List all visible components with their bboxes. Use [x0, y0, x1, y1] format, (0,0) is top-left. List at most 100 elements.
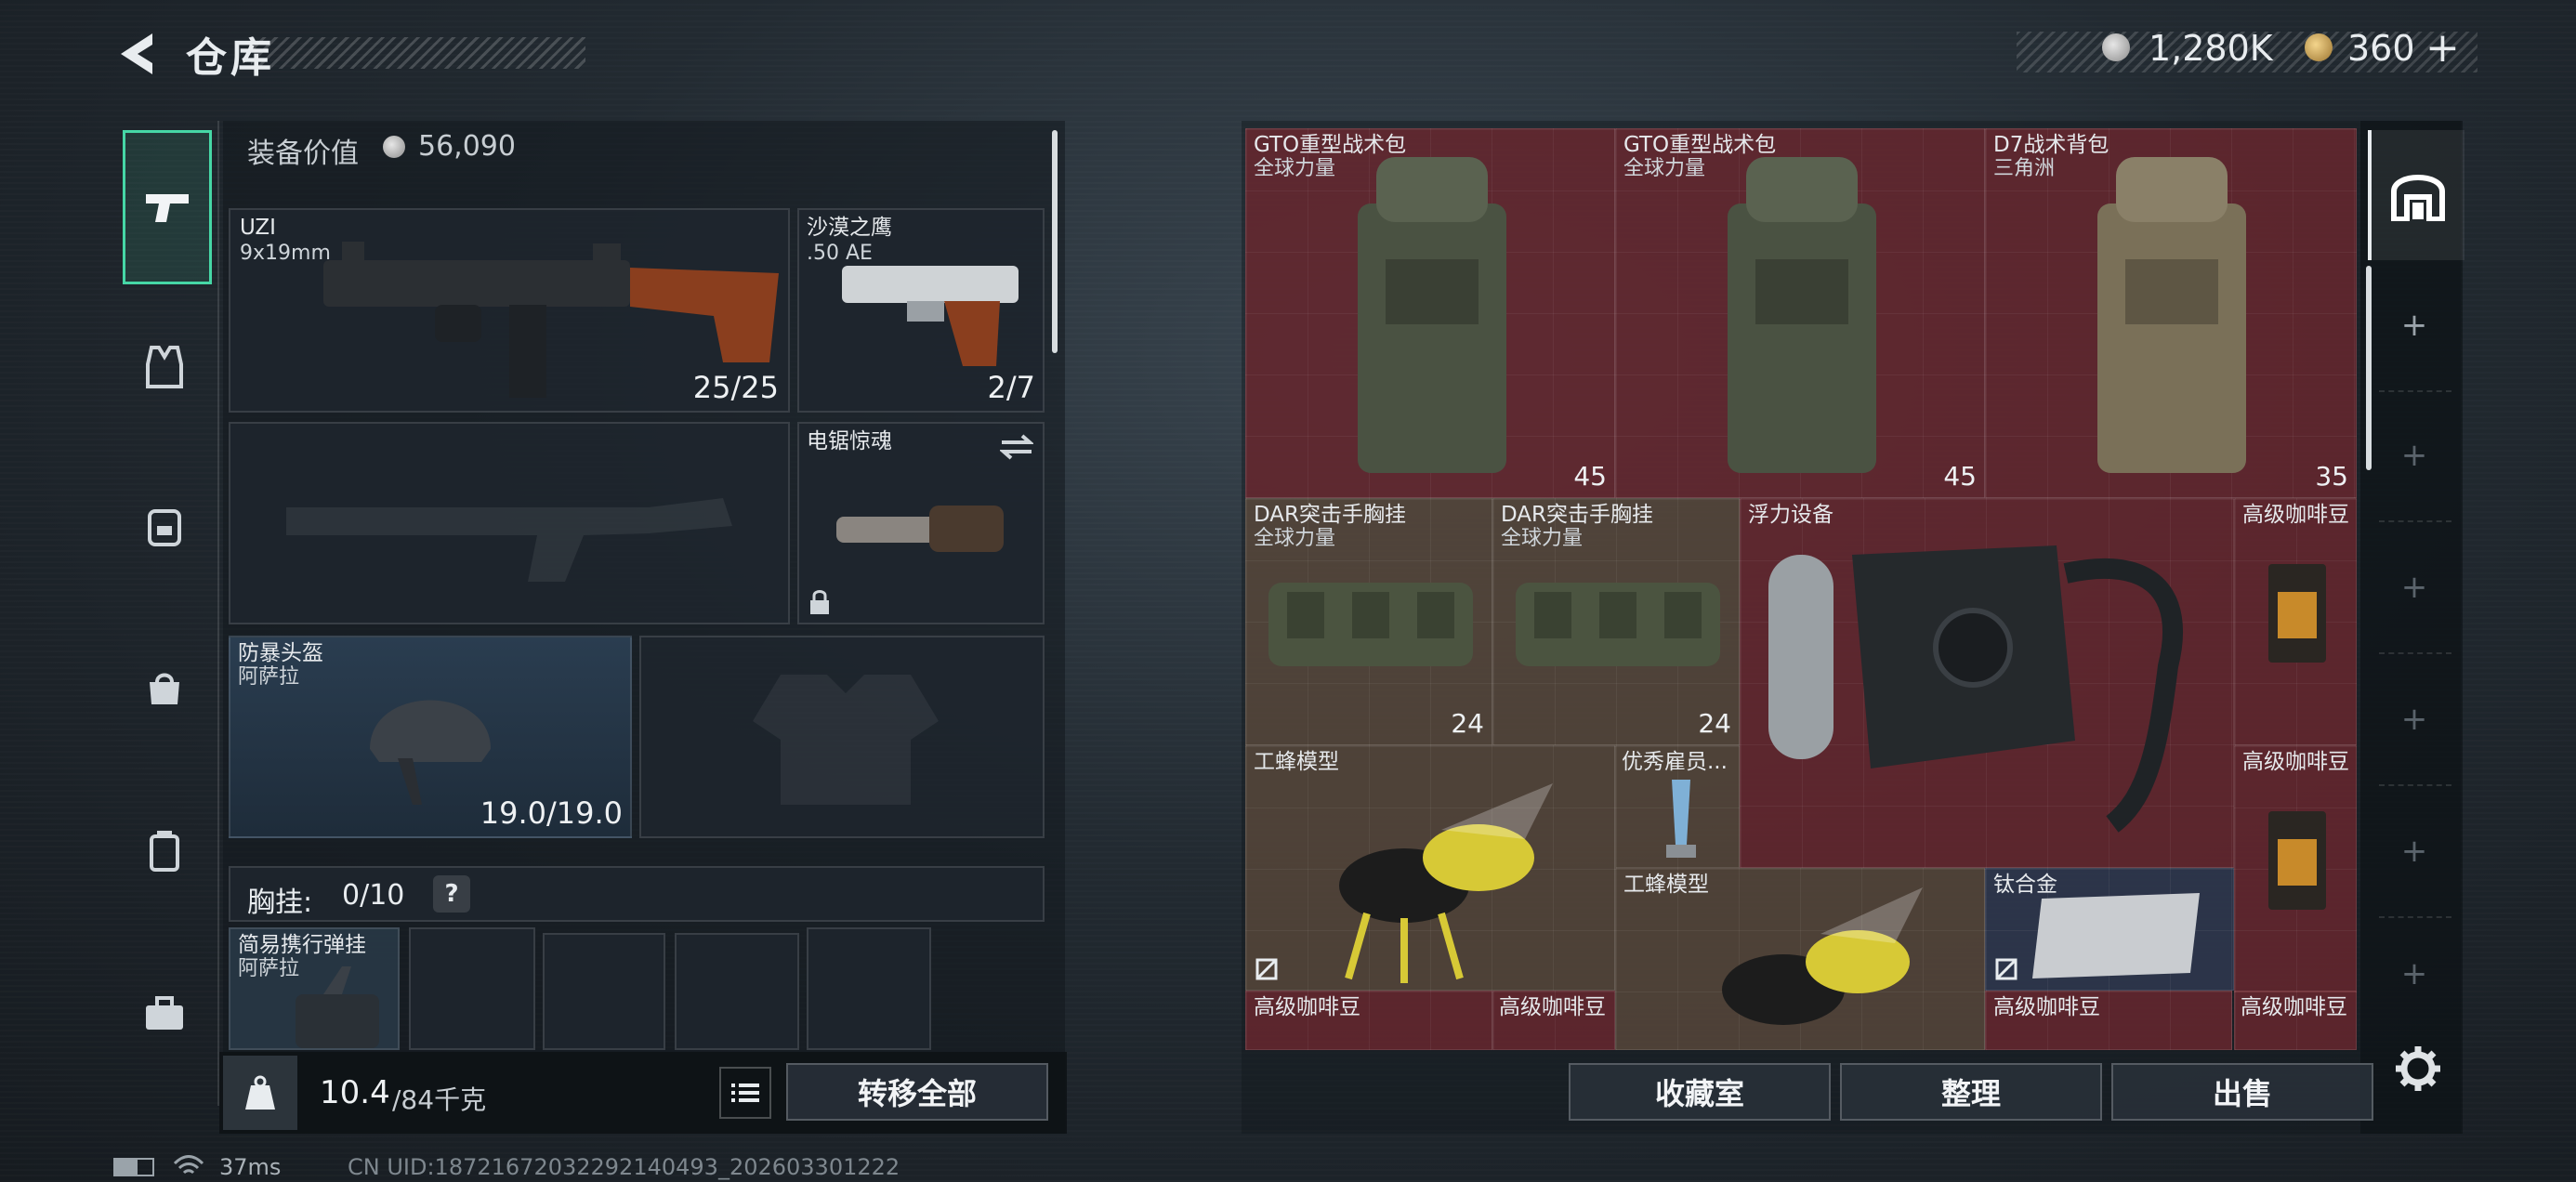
rig-cell[interactable] — [543, 933, 665, 1050]
stash-item-coffee-beans[interactable]: 高级咖啡豆 — [2234, 498, 2357, 745]
rifle-silhouette-icon — [286, 498, 732, 582]
sidebar-item-vest[interactable] — [123, 325, 206, 409]
stash-item-capacity: 24 — [1698, 708, 1731, 739]
lock-icon — [810, 590, 829, 614]
stash-item-name: 高级咖啡豆 — [2241, 995, 2347, 1019]
gear-icon — [2396, 1046, 2440, 1091]
primary-weapon-ammo: 25/25 — [692, 370, 779, 405]
helmet-name: 防暴头盔 — [238, 641, 323, 665]
stash-item-buoyancy-device[interactable]: 浮力设备 — [1740, 498, 2234, 868]
collection-room-button[interactable]: 收藏室 — [1569, 1063, 1831, 1121]
stash-page-home[interactable] — [2368, 130, 2464, 260]
sidebar-item-bag[interactable] — [123, 646, 206, 729]
page-title: 仓库 — [186, 34, 275, 82]
sidearm-slot[interactable]: 沙漠之鹰 .50 AE 2/7 — [797, 208, 1045, 413]
sidearm-caliber: .50 AE — [807, 242, 873, 265]
pouch-slot[interactable]: 简易携行弹挂 阿萨拉 — [229, 927, 400, 1050]
stash-item-name: GTO重型战术包 — [1623, 133, 1777, 157]
pouch-name: 简易携行弹挂 — [238, 933, 366, 957]
stash-item-coffee-beans[interactable]: 高级咖啡豆 — [2234, 745, 2357, 992]
stash-item-name: 浮力设备 — [1748, 503, 1833, 527]
stash-item-dar-chest-rig[interactable]: DAR突击手胸挂 全球力量 24 — [1245, 498, 1492, 745]
sidebar-item-weapons[interactable] — [123, 130, 212, 284]
transfer-all-button[interactable]: 转移全部 — [786, 1063, 1048, 1121]
stash-item-name: 优秀雇员... — [1622, 750, 1728, 774]
stash-item-name: 高级咖啡豆 — [1254, 995, 1360, 1019]
bag-icon — [150, 673, 179, 704]
chest-rig-help-button[interactable]: ? — [433, 875, 470, 913]
stash-item-bee-model[interactable]: 工蜂模型 — [1245, 745, 1615, 991]
stash-item-origin: 全球力量 — [1254, 157, 1336, 180]
secondary-weapon-slot[interactable] — [229, 422, 790, 624]
stash-item-name: 高级咖啡豆 — [2242, 750, 2349, 774]
toolbox-icon — [146, 996, 183, 1030]
coffee-bag-image — [2268, 811, 2326, 910]
award-trophy-image — [1666, 780, 1696, 858]
stash-item-coffee-beans[interactable]: 高级咖啡豆 — [1985, 991, 2232, 1050]
equipment-value: 56,090 — [418, 130, 516, 163]
stash-item-coffee-beans[interactable]: 高级咖啡豆 — [1492, 991, 1615, 1050]
stash-page-add-2[interactable]: + — [2368, 390, 2461, 520]
rig-cell[interactable] — [807, 927, 931, 1050]
chest-rig-image — [1516, 583, 1720, 666]
stash-item-bee-model[interactable]: 工蜂模型 — [1615, 868, 1985, 1050]
sell-button[interactable]: 出售 — [2111, 1063, 2373, 1121]
rig-cell[interactable] — [675, 933, 799, 1050]
plus-icon: + — [2400, 307, 2428, 344]
stash-item-origin: 全球力量 — [1623, 157, 1706, 180]
stash-page-add-6[interactable]: + — [2368, 918, 2461, 1030]
helmet-image — [370, 700, 491, 805]
stash-item-employee-award[interactable]: 优秀雇员... — [1615, 745, 1740, 868]
stash-item-name: D7战术背包 — [1993, 133, 2109, 157]
backpack-image — [1358, 157, 1506, 473]
stash-item-d7-backpack[interactable]: D7战术背包 三角洲 35 — [1985, 128, 2357, 498]
stash-item-coffee-beans[interactable]: 高级咖啡豆 — [2234, 991, 2357, 1050]
chest-rig-count: 0/10 — [342, 879, 405, 912]
swap-icon[interactable] — [1000, 433, 1033, 461]
sidebar-item-toolbox[interactable] — [123, 971, 206, 1055]
plus-icon: + — [2400, 955, 2428, 992]
vest-icon — [146, 346, 183, 388]
add-currency-button[interactable]: + — [2425, 24, 2460, 72]
stash-page-add-4[interactable]: + — [2368, 654, 2461, 784]
silver-amount: 1,280K — [2149, 28, 2273, 69]
stash-item-name: DAR突击手胸挂 — [1501, 503, 1654, 527]
stash-item-origin: 全球力量 — [1501, 527, 1584, 550]
sidearm-name: 沙漠之鹰 — [807, 216, 892, 240]
helmet-durability: 19.0/19.0 — [480, 795, 623, 831]
not-tradeable-icon — [1995, 958, 2017, 980]
chest-rig-label: 胸挂: — [247, 886, 313, 919]
stash-page-add-5[interactable]: + — [2368, 786, 2461, 916]
pistol-icon — [146, 194, 189, 222]
rig-cell[interactable] — [409, 927, 535, 1050]
settings-button[interactable] — [2394, 1044, 2442, 1093]
chest-rig-image — [1268, 583, 1473, 666]
weight-capacity: /84千克 — [392, 1084, 487, 1115]
stash-item-origin: 全球力量 — [1254, 527, 1336, 550]
primary-weapon-slot[interactable]: UZI 9x19mm 25/25 — [229, 208, 790, 413]
back-button[interactable] — [112, 28, 164, 80]
case-icon — [150, 831, 179, 872]
stash-item-gto-backpack[interactable]: GTO重型战术包 全球力量 45 — [1245, 128, 1615, 498]
stash-item-coffee-beans[interactable]: 高级咖啡豆 — [1245, 991, 1492, 1050]
stash-item-capacity: 45 — [1573, 461, 1607, 492]
titanium-alloy-image — [2032, 893, 2200, 978]
melee-slot[interactable]: 电锯惊魂 — [797, 422, 1045, 624]
stash-item-dar-chest-rig[interactable]: DAR突击手胸挂 全球力量 24 — [1492, 498, 1740, 745]
helmet-origin: 阿萨拉 — [238, 665, 300, 689]
stash-item-gto-backpack[interactable]: GTO重型战术包 全球力量 45 — [1615, 128, 1985, 498]
stash-item-capacity: 45 — [1943, 461, 1977, 492]
list-view-button[interactable] — [719, 1067, 771, 1119]
stash-page-add-1[interactable]: + — [2368, 260, 2461, 390]
equipment-scrollbar[interactable] — [1052, 130, 1058, 353]
stash-item-name: 钛合金 — [1993, 873, 2057, 897]
stash-page-add-3[interactable]: + — [2368, 522, 2461, 652]
stash-item-origin: 三角洲 — [1993, 157, 2056, 180]
stash-item-name: 高级咖啡豆 — [1499, 995, 1606, 1019]
armor-slot[interactable] — [639, 636, 1045, 838]
sidebar-item-backpack[interactable] — [123, 483, 206, 567]
sidebar-item-case[interactable] — [123, 808, 206, 892]
helmet-slot[interactable]: 防暴头盔 阿萨拉 19.0/19.0 — [229, 636, 632, 838]
organize-button[interactable]: 整理 — [1840, 1063, 2102, 1121]
stash-item-titanium-alloy[interactable]: 钛合金 — [1985, 868, 2234, 991]
